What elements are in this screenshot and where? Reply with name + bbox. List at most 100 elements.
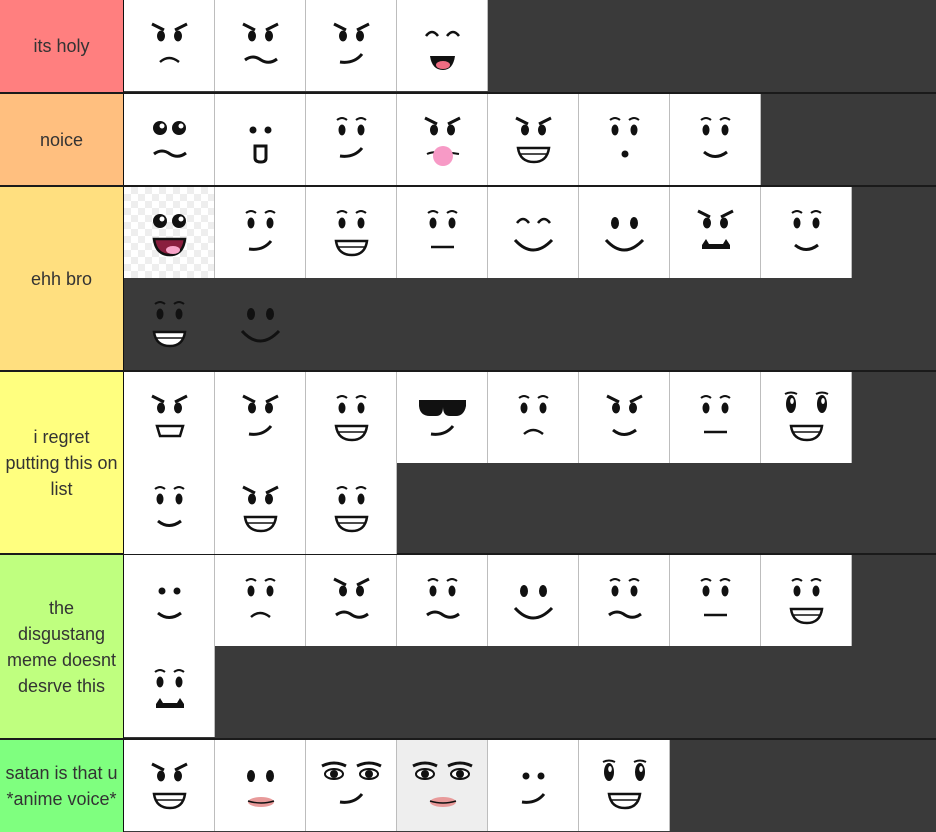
smirk-face[interactable] [306,0,397,91]
wide-grin-face[interactable] [579,740,670,831]
blue-angry-face[interactable] [670,187,761,278]
calm-smile-face[interactable] [124,463,215,554]
tier-label[interactable]: noice [0,94,124,185]
nervous-grin-face[interactable] [306,372,397,463]
lipstick-smile-face[interactable] [761,555,852,646]
frown-face-icon [151,22,188,64]
meh-face-icon [700,578,731,617]
dot-eyes-smile-face[interactable] [124,555,215,646]
upset-face[interactable] [215,555,306,646]
angry-squiggle-face[interactable] [306,555,397,646]
simple-smile-face[interactable] [761,187,852,278]
blue-angry-face-icon [697,209,734,249]
laughing-face[interactable] [488,187,579,278]
side-smirk-face[interactable] [306,94,397,185]
blush-happy-face[interactable] [397,0,488,91]
gold-tooth-face-icon [152,301,187,348]
playful-smile-face-icon [245,210,276,251]
blush-happy-face-icon [425,30,460,70]
big-grin-face-icon [784,391,829,442]
bubblegum-face[interactable] [397,94,488,185]
big-eyes-face-icon [153,121,187,158]
worried-face-icon [700,395,731,434]
drool-smile-face[interactable] [579,187,670,278]
woman-face-icon [412,761,473,807]
nervous-grin-face-icon [334,395,369,442]
tier-items [124,555,936,738]
open-smile-face-icon [334,210,369,257]
tier-items [124,372,936,554]
big-grin-face[interactable] [761,372,852,463]
squiggle-face-icon [151,394,188,438]
angry-squiggle-face-icon [333,577,370,619]
tier-list-board: TiERMAKER its holy noice ehh bro i regre… [0,0,936,832]
big-eyes-face[interactable] [124,94,215,185]
open-smile-face[interactable] [306,187,397,278]
unimpressed-face[interactable] [397,187,488,278]
tier-label[interactable]: its holy [0,0,124,92]
plain-smile-face[interactable] [215,278,306,369]
sad-frown-face[interactable] [488,372,579,463]
laughing-face-icon [513,217,554,252]
upset-face-icon [245,578,276,619]
tier-label[interactable]: the disgustang meme doesnt desrve this [0,555,124,738]
surprised-dot-face[interactable] [579,94,670,185]
anime-eyes-smile-face[interactable] [488,555,579,646]
meh-face[interactable] [670,555,761,646]
mustache-face[interactable] [579,555,670,646]
angry-red-brow-face[interactable] [124,740,215,831]
tier-label[interactable]: ehh bro [0,187,124,370]
tongue-out-face[interactable] [215,94,306,185]
sad-frown-face-icon [518,395,549,436]
tier-row: ehh bro [0,187,936,370]
worried-face[interactable] [670,372,761,463]
tier-row: i regret putting this on list [0,372,936,554]
frown-face[interactable] [124,0,215,91]
toothy-grin-face[interactable] [488,94,579,185]
woman-face[interactable] [397,740,488,831]
fang-frown-face[interactable] [124,646,215,737]
tongue-lick-face[interactable] [579,372,670,463]
tier-label[interactable]: i regret putting this on list [0,372,124,553]
tier-row: its holy [0,0,936,92]
tier-items [124,0,936,92]
sunglasses-face[interactable] [397,372,488,463]
tier-items [124,94,936,185]
evil-grin-face[interactable] [215,0,306,91]
happy-grin-face-icon [334,486,369,533]
side-smirk-face-icon [336,117,367,158]
smug-smile-face[interactable] [670,94,761,185]
sunglasses-face-icon [419,400,466,436]
smirk-simple-face[interactable] [488,740,579,831]
tier-items [124,740,936,832]
tier-row: the disgustang meme doesnt desrve this [0,555,936,738]
lipstick-smile-face-icon [789,578,824,625]
epic-face[interactable] [124,187,215,278]
toothy-grin-face-icon [515,116,552,164]
bubblegum-face-icon [424,116,461,166]
happy-grin-face[interactable] [306,463,397,554]
grumpy-talk-face[interactable] [215,372,306,463]
man-face[interactable] [306,740,397,831]
wide-grin-face-icon [602,759,647,810]
grumpy-talk-face-icon [242,394,279,436]
shocked-face[interactable] [397,555,488,646]
evil-grin-face-icon [242,22,279,64]
tier-label[interactable]: satan is that u *anime voice* [0,740,124,832]
woman-lips-face[interactable] [215,740,306,831]
mustache-face-icon [608,578,642,619]
simple-smile-face-icon [791,210,822,251]
unimpressed-face-icon [427,210,458,249]
woman-lips-face-icon [247,770,275,807]
tongue-lick-face-icon [606,394,643,436]
gold-tooth-face[interactable] [124,278,215,369]
playful-smile-face[interactable] [215,187,306,278]
tier-items [124,187,936,370]
surprised-dot-face-icon [609,117,640,158]
vampire-grin-face[interactable] [215,463,306,554]
squiggle-face[interactable] [124,372,215,463]
smirk-face-icon [333,22,370,64]
shocked-face-icon [426,578,460,619]
angry-red-brow-face-icon [151,762,188,810]
drool-smile-face-icon [604,217,645,252]
